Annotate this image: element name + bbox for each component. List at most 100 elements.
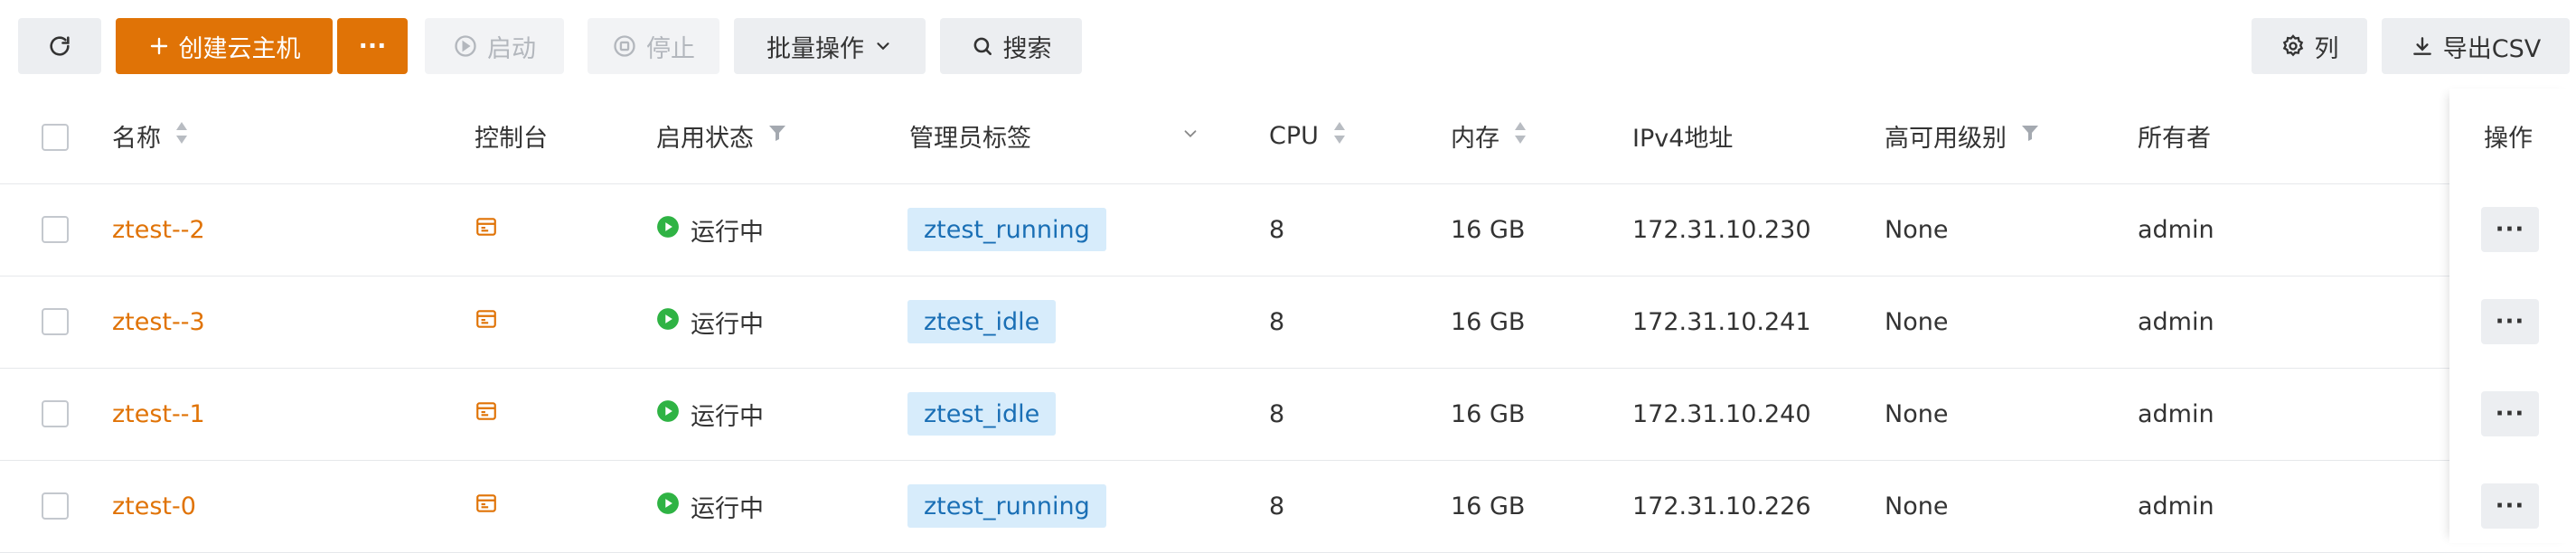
more-actions-button[interactable]: ··· [337, 18, 408, 74]
column-header-name-label: 名称 [112, 124, 161, 153]
row-more-button[interactable]: ··· [2481, 391, 2539, 436]
instance-name-link[interactable]: ztest--3 [112, 308, 205, 336]
column-header-actions: 操作 [2484, 89, 2533, 183]
row-more-button[interactable]: ··· [2481, 483, 2539, 529]
cpu-value: 8 [1269, 215, 1285, 244]
column-header-ipv4: IPv4地址 [1632, 89, 1733, 183]
memory-value: 16 GB [1451, 399, 1526, 428]
chevron-down-icon [873, 36, 893, 56]
status-label: 运行中 [691, 218, 764, 247]
row-more-button[interactable]: ··· [2481, 207, 2539, 252]
column-header-name[interactable]: 名称 [112, 89, 190, 183]
search-button[interactable]: 搜索 [940, 18, 1082, 74]
column-header-memory-label: 内存 [1451, 124, 1500, 153]
running-status-icon [656, 492, 680, 521]
console-icon[interactable] [475, 307, 498, 337]
admin-tag: ztest_running [907, 484, 1106, 528]
batch-operations-label: 批量操作 [766, 34, 864, 63]
column-header-console: 控制台 [475, 89, 548, 183]
row-checkbox[interactable] [42, 492, 69, 520]
column-header-ha-level-label: 高可用级别 [1885, 124, 2007, 153]
chevron-down-icon[interactable] [1180, 122, 1200, 150]
ha-level-value: None [1885, 215, 1949, 244]
sort-icon[interactable] [174, 119, 190, 153]
refresh-icon [47, 33, 72, 59]
admin-tag: ztest_running [907, 208, 1106, 251]
stop-label: 停止 [646, 34, 695, 63]
row-more-button[interactable]: ··· [2481, 299, 2539, 344]
search-label: 搜索 [1002, 34, 1052, 63]
column-header-ipv4-label: IPv4地址 [1632, 124, 1734, 153]
download-icon [2411, 34, 2434, 58]
ipv4-value: 172.31.10.230 [1632, 215, 1811, 244]
admin-tag: ztest_idle [907, 300, 1057, 343]
row-checkbox[interactable] [42, 308, 69, 335]
search-icon [971, 34, 994, 58]
column-header-admin-tag-label: 管理员标签 [909, 124, 1031, 153]
column-header-actions-label: 操作 [2484, 124, 2533, 153]
column-header-admin-tag[interactable]: 管理员标签 [909, 89, 1200, 183]
ipv4-value: 172.31.10.240 [1632, 399, 1811, 428]
column-header-cpu[interactable]: CPU [1269, 89, 1348, 183]
table-row[interactable]: ztest--3 运行中 ztest_idle 8 16 GB 172.31.10.241… [0, 276, 2576, 369]
ipv4-value: 172.31.10.241 [1632, 307, 1811, 336]
instance-name-link[interactable]: ztest-0 [112, 492, 196, 520]
ipv4-value: 172.31.10.226 [1632, 492, 1811, 520]
owner-value: admin [2138, 307, 2214, 336]
table-row[interactable]: ztest--2 运行中 ztest_running 8 16 GB 172.31.10.… [0, 184, 2576, 276]
table-header: 名称 控制台 启用状态 管理员标签 CPU 内存 IPv4地址 高可用级别 所有… [0, 89, 2576, 184]
column-header-owner: 所有者 [2138, 89, 2211, 183]
column-header-status[interactable]: 启用状态 [656, 89, 788, 183]
export-csv-label: 导出CSV [2442, 34, 2542, 63]
stop-button[interactable]: 停止 [588, 18, 719, 74]
cpu-value: 8 [1269, 399, 1285, 428]
column-header-memory[interactable]: 内存 [1451, 89, 1528, 183]
row-checkbox[interactable] [42, 400, 69, 427]
sort-icon[interactable] [1331, 119, 1348, 153]
columns-label: 列 [2314, 34, 2339, 63]
column-header-status-label: 启用状态 [656, 124, 754, 153]
row-checkbox[interactable] [42, 216, 69, 243]
status-label: 运行中 [691, 310, 764, 339]
ha-level-value: None [1885, 307, 1949, 336]
ha-level-value: None [1885, 492, 1949, 520]
cpu-value: 8 [1269, 307, 1285, 336]
create-instance-label: 创建云主机 [178, 34, 301, 63]
column-header-cpu-label: CPU [1269, 121, 1319, 150]
cpu-value: 8 [1269, 492, 1285, 520]
export-csv-button[interactable]: 导出CSV [2382, 18, 2570, 74]
status-label: 运行中 [691, 494, 764, 523]
status-label: 运行中 [691, 402, 764, 431]
select-all-checkbox[interactable] [42, 124, 69, 151]
console-icon[interactable] [475, 215, 498, 245]
filter-icon[interactable] [766, 121, 788, 151]
running-status-icon [656, 215, 680, 245]
column-header-owner-label: 所有者 [2138, 124, 2211, 153]
filter-icon[interactable] [2019, 121, 2041, 151]
create-instance-button[interactable]: 创建云主机 [116, 18, 333, 74]
instance-name-link[interactable]: ztest--1 [112, 400, 205, 428]
sort-icon[interactable] [1512, 119, 1528, 153]
gear-icon [2280, 33, 2306, 59]
columns-button[interactable]: 列 [2252, 18, 2367, 74]
start-button[interactable]: 启动 [425, 18, 564, 74]
console-icon[interactable] [475, 492, 498, 521]
more-icon: ··· [358, 32, 387, 61]
running-status-icon [656, 399, 680, 429]
console-icon[interactable] [475, 399, 498, 429]
memory-value: 16 GB [1451, 492, 1526, 520]
batch-operations-dropdown[interactable]: 批量操作 [734, 18, 926, 74]
start-label: 启动 [487, 34, 536, 63]
toolbar: 创建云主机 ··· 启动 停止 批量操作 搜索 列 导出CSV [0, 0, 2576, 89]
play-circle-icon [453, 33, 478, 59]
running-status-icon [656, 307, 680, 337]
stop-circle-icon [612, 33, 637, 59]
owner-value: admin [2138, 492, 2214, 520]
instance-name-link[interactable]: ztest--2 [112, 216, 205, 244]
refresh-button[interactable] [18, 18, 101, 74]
column-header-ha-level[interactable]: 高可用级别 [1885, 89, 2041, 183]
table-row[interactable]: ztest--1 运行中 ztest_idle 8 16 GB 172.31.10.240… [0, 369, 2576, 461]
table-row[interactable]: ztest-0 运行中 ztest_running 8 16 GB 172.31.10.2… [0, 461, 2576, 553]
admin-tag: ztest_idle [907, 392, 1057, 436]
memory-value: 16 GB [1451, 307, 1526, 336]
